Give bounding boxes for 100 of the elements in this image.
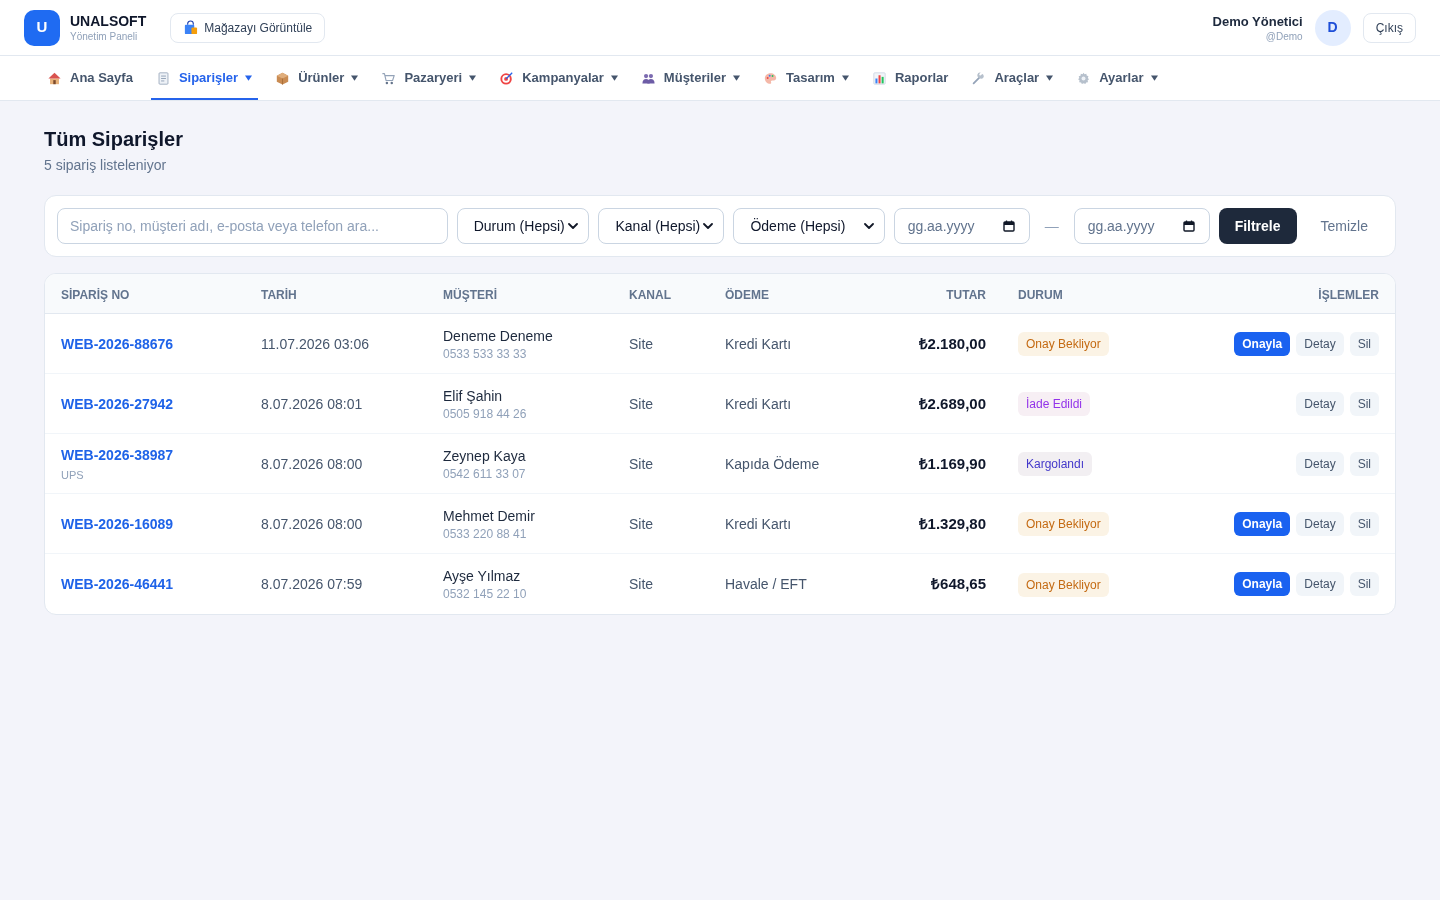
order-total: ₺1.329,80 bbox=[918, 514, 986, 532]
brand-logo: U bbox=[24, 9, 60, 46]
filter-select[interactable]: Durum (Hepsi) bbox=[456, 208, 590, 244]
column-header: İŞLEMLER bbox=[1318, 287, 1379, 302]
date-field[interactable]: gg.aa.yyyy bbox=[893, 208, 1030, 244]
customer-phone: 0542 611 33 07 bbox=[443, 465, 526, 482]
customer-phone: 0533 533 33 33 bbox=[443, 345, 527, 362]
order-total: ₺1.169,90 bbox=[918, 454, 986, 472]
user-avatar: D bbox=[1314, 9, 1351, 46]
column-header: DURUM bbox=[1018, 287, 1063, 302]
approve-button[interactable]: Onayla bbox=[1234, 572, 1291, 596]
sales-channel: Site bbox=[629, 455, 654, 472]
approve-button[interactable]: Onayla bbox=[1234, 511, 1291, 536]
column-header: TARİH bbox=[261, 287, 297, 302]
column-header: SİPARİŞ NO bbox=[61, 287, 130, 302]
customer-phone: 0532 145 22 10 bbox=[443, 586, 527, 602]
nav-tab[interactable]: Ayarlar bbox=[1071, 56, 1164, 100]
sales-channel: Site bbox=[629, 395, 654, 412]
chevron-down-icon bbox=[568, 223, 579, 229]
date-range-separator: — bbox=[1043, 216, 1060, 236]
customer-phone: 0505 918 44 26 bbox=[443, 405, 527, 422]
payment-method: Kredi Kartı bbox=[725, 515, 792, 532]
payment-method: Kredi Kartı bbox=[725, 395, 792, 412]
filter-button[interactable]: Filtrele bbox=[1218, 208, 1297, 244]
wrench-icon bbox=[972, 71, 986, 85]
column-header: MÜŞTERİ bbox=[443, 287, 497, 302]
order-link[interactable]: WEB-2026-16089 bbox=[61, 513, 174, 534]
bar-chart-icon bbox=[872, 71, 886, 85]
order-date: 8.07.2026 08:00 bbox=[261, 515, 363, 532]
delete-button[interactable]: Sil bbox=[1349, 572, 1379, 596]
calendar-icon bbox=[1182, 220, 1195, 232]
order-link[interactable]: WEB-2026-46441 bbox=[61, 574, 174, 594]
house-icon bbox=[48, 71, 61, 85]
brand-name: UNALSOFT bbox=[70, 12, 147, 30]
delete-button[interactable]: Sil bbox=[1349, 391, 1379, 416]
order-date: 11.07.2026 03:06 bbox=[261, 335, 369, 352]
user-handle: @Demo bbox=[1265, 29, 1303, 43]
nav-tab[interactable]: Pazaryeri bbox=[376, 56, 483, 100]
nav-tab[interactable]: Ana Sayfa bbox=[42, 56, 139, 100]
calendar-icon bbox=[1002, 220, 1015, 232]
sales-channel: Site bbox=[629, 515, 654, 532]
document-icon bbox=[156, 71, 170, 85]
page-title: Tüm Siparişler bbox=[44, 127, 184, 152]
payment-method: Kapıda Ödeme bbox=[725, 455, 820, 472]
status-tag: Onay Bekliyor bbox=[1018, 332, 1109, 356]
nav-tab[interactable]: Tasarım bbox=[758, 56, 855, 100]
logout-button[interactable]: Çıkış bbox=[1362, 12, 1416, 43]
delete-button[interactable]: Sil bbox=[1349, 511, 1379, 536]
order-total: ₺648,65 bbox=[931, 575, 986, 592]
payment-method: Havale / EFT bbox=[725, 576, 807, 592]
page-subtitle: 5 sipariş listeleniyor bbox=[44, 156, 168, 175]
filter-select[interactable]: Kanal (Hepsi) bbox=[598, 208, 725, 244]
chevron-down-icon bbox=[863, 223, 874, 229]
details-button[interactable]: Detay bbox=[1296, 511, 1344, 536]
target-icon bbox=[500, 71, 514, 85]
delete-button[interactable]: Sil bbox=[1349, 451, 1379, 476]
box-icon bbox=[276, 71, 290, 85]
details-button[interactable]: Detay bbox=[1296, 331, 1344, 356]
carrier-label: UPS bbox=[61, 467, 84, 483]
order-date: 8.07.2026 08:00 bbox=[261, 455, 363, 472]
details-button[interactable]: Detay bbox=[1296, 572, 1344, 596]
order-date: 8.07.2026 08:01 bbox=[261, 395, 363, 412]
column-header: KANAL bbox=[629, 287, 671, 302]
palette-icon bbox=[764, 71, 777, 85]
people-icon bbox=[641, 71, 655, 85]
chevron-down-icon bbox=[703, 223, 714, 229]
customer-name: Zeynep Kaya bbox=[443, 446, 526, 466]
nav-tab[interactable]: Müşteriler bbox=[635, 56, 746, 100]
approve-button[interactable]: Onayla bbox=[1234, 331, 1291, 356]
nav-tab[interactable]: Araçlar bbox=[966, 56, 1060, 100]
filter-select[interactable]: Ödeme (Hepsi) bbox=[733, 208, 885, 244]
sales-channel: Site bbox=[629, 576, 654, 592]
details-button[interactable]: Detay bbox=[1296, 391, 1344, 416]
details-button[interactable]: Detay bbox=[1296, 451, 1344, 476]
column-header: TUTAR bbox=[946, 287, 986, 302]
order-link[interactable]: WEB-2026-88676 bbox=[61, 333, 174, 354]
nav-tab[interactable]: Ürünler bbox=[270, 56, 365, 100]
order-total: ₺2.180,00 bbox=[918, 334, 986, 352]
order-date: 8.07.2026 07:59 bbox=[261, 576, 363, 592]
gear-icon bbox=[1077, 71, 1091, 85]
brand-subtitle: Yönetim Paneli bbox=[70, 29, 139, 43]
order-link[interactable]: WEB-2026-38987 bbox=[61, 444, 174, 465]
nav-tab[interactable]: Raporlar bbox=[866, 56, 955, 100]
date-field[interactable]: gg.aa.yyyy bbox=[1073, 208, 1210, 244]
nav-tab[interactable]: Kampanyalar bbox=[494, 56, 624, 100]
nav-tab[interactable]: Siparişler bbox=[150, 56, 259, 100]
clear-button[interactable]: Temizle bbox=[1305, 208, 1383, 244]
cart-icon bbox=[382, 71, 396, 85]
sales-channel: Site bbox=[629, 335, 654, 352]
user-name: Demo Yönetici bbox=[1212, 12, 1303, 30]
status-tag: Onay Bekliyor bbox=[1018, 512, 1109, 536]
shopping-bag-icon bbox=[183, 20, 199, 35]
search-field[interactable]: Sipariş no, müşteri adı, e-posta veya telefon ara... bbox=[57, 208, 448, 244]
customer-name: Ayşe Yılmaz bbox=[443, 567, 521, 586]
order-link[interactable]: WEB-2026-27942 bbox=[61, 393, 174, 414]
order-total: ₺2.689,00 bbox=[918, 394, 986, 412]
view-store-button[interactable]: Mağazayı Görüntüle bbox=[170, 12, 326, 43]
status-tag: Kargolandı bbox=[1018, 452, 1093, 476]
delete-button[interactable]: Sil bbox=[1349, 331, 1379, 356]
customer-name: Elif Şahin bbox=[443, 386, 503, 406]
